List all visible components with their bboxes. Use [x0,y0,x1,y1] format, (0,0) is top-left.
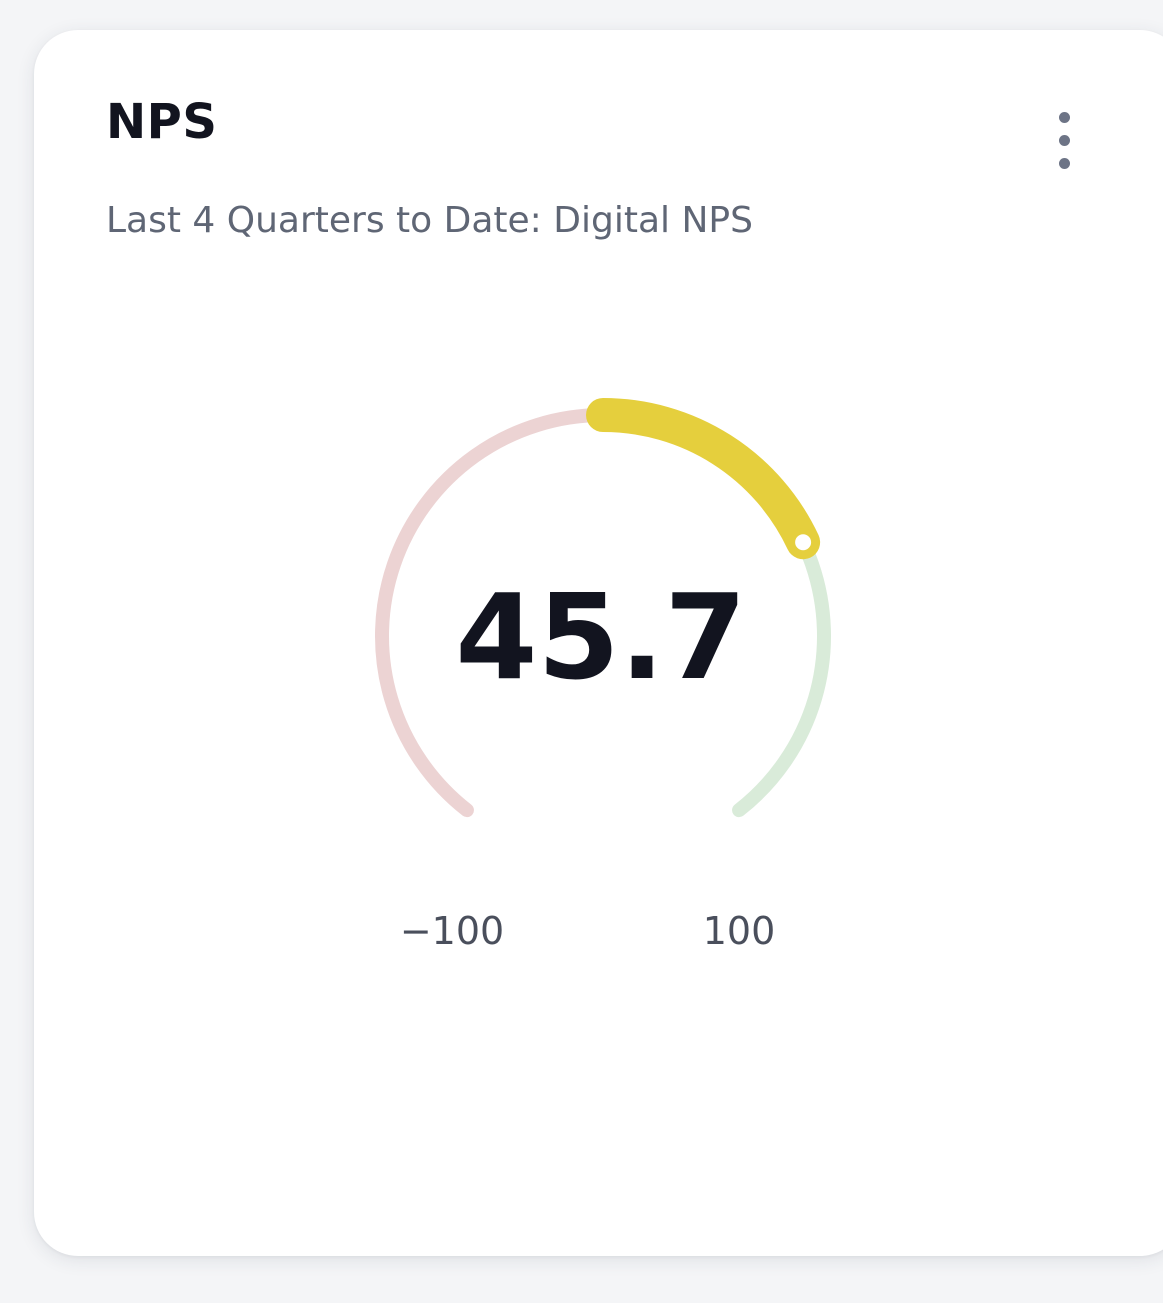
card-subtitle: Last 4 Quarters to Date: Digital NPS [106,200,753,241]
more-vertical-icon-dot [1058,157,1070,169]
more-options-button[interactable] [1042,100,1086,180]
card-title: NPS [106,94,218,150]
more-vertical-icon [1058,111,1070,123]
more-vertical-icon-dot [1058,134,1070,146]
nps-card: NPS Last 4 Quarters to Date: Digital NPS [34,30,1163,1256]
